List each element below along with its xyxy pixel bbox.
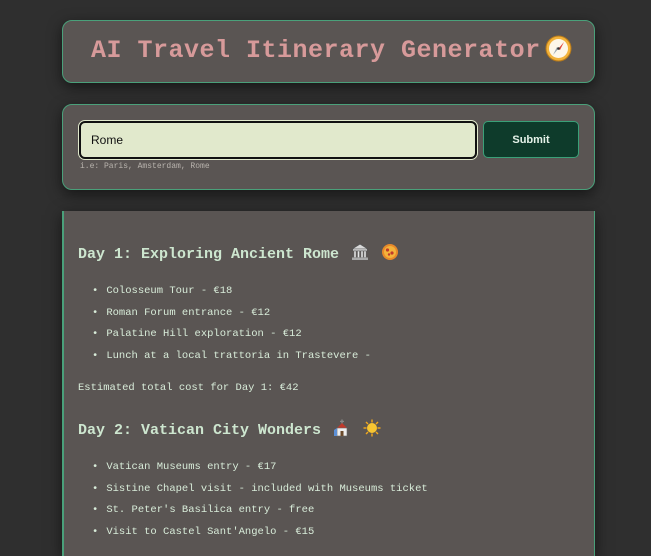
input-hint: i.e: Paris, Amsterdam, Rome — [80, 162, 210, 171]
classical-building-icon — [350, 243, 370, 266]
destination-input[interactable] — [79, 121, 477, 159]
list-item: Vatican Museums entry - €17 — [92, 457, 428, 479]
pizza-icon — [381, 243, 399, 266]
day-2-heading: Day 2: Vatican City Wonders — [78, 419, 381, 442]
itinerary-results: Day 1: Exploring Ancient Rome Col — [62, 211, 595, 556]
list-item: Sistine Chapel visit - included with Mus… — [92, 479, 427, 501]
page-title: AI Travel Itinerary Generator — [91, 35, 572, 65]
list-item: Colosseum Tour - €18 — [92, 281, 371, 303]
submit-button[interactable]: Submit — [483, 121, 579, 158]
day-1-activities: Colosseum Tour - €18 Roman Forum entranc… — [92, 281, 371, 367]
page-title-text: AI Travel Itinerary Generator — [91, 36, 541, 65]
sun-icon — [363, 419, 381, 442]
day-1-total: Estimated total cost for Day 1: €42 — [78, 382, 299, 394]
list-item: Roman Forum entrance - €12 — [92, 303, 371, 325]
day-2-heading-text: Day 2: Vatican City Wonders — [78, 422, 322, 439]
list-item: St. Peter's Basilica entry - free — [92, 500, 428, 522]
day-2-activities: Vatican Museums entry - €17 Sistine Chap… — [92, 457, 428, 544]
list-item: Palatine Hill exploration - €12 — [92, 324, 371, 346]
list-item: Lunch at a local trattoria in Trastevere… — [92, 346, 371, 368]
day-1-heading-text: Day 1: Exploring Ancient Rome — [78, 246, 340, 263]
search-form-card: Submit i.e: Paris, Amsterdam, Rome — [62, 104, 595, 190]
church-icon — [333, 419, 351, 442]
list-item: Visit to Castel Sant'Angelo - €15 — [92, 522, 428, 544]
compass-icon — [545, 35, 572, 62]
header-card: AI Travel Itinerary Generator — [62, 20, 595, 83]
day-1-heading: Day 1: Exploring Ancient Rome — [78, 243, 399, 266]
